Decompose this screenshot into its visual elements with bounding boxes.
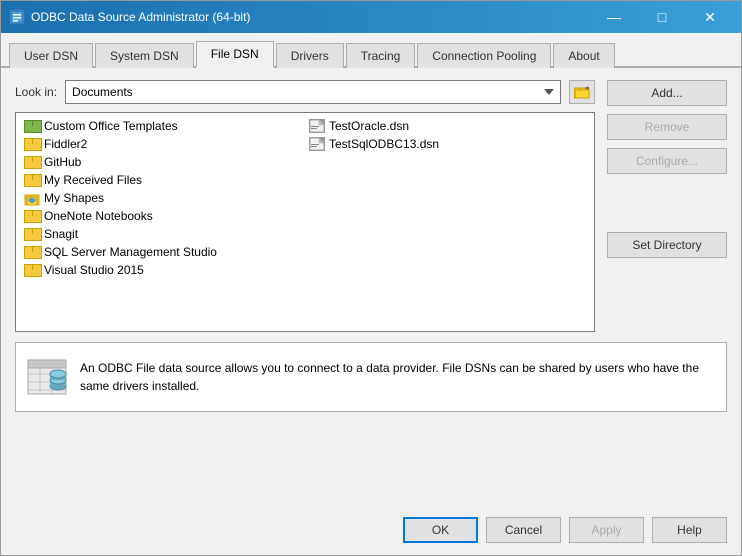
minimize-button[interactable]: — [591,1,637,33]
remove-button[interactable]: Remove [607,114,727,140]
folder-icon [24,120,40,133]
file-panel: Look in: Documents [15,80,595,332]
file-name: Snagit [44,227,78,241]
list-item[interactable]: My Received Files [20,171,305,189]
folder-icon [24,246,40,259]
bottom-buttons-bar: OK Cancel Apply Help [1,509,741,555]
tab-bar: User DSN System DSN File DSN Drivers Tra… [1,33,741,68]
title-controls: — □ ✕ [591,1,733,33]
help-button[interactable]: Help [652,517,727,543]
folder-icon [24,156,40,169]
folder-icon [24,264,40,277]
dsn-icon [309,137,325,151]
look-in-row: Look in: Documents [15,80,595,104]
set-directory-button[interactable]: Set Directory [607,232,727,258]
file-list[interactable]: Custom Office Templates [15,112,595,332]
folder-icon [24,210,40,223]
list-item[interactable]: Snagit [20,225,305,243]
file-name: My Shapes [44,191,104,205]
file-name: GitHub [44,155,81,169]
list-item[interactable]: Custom Office Templates [20,117,305,135]
file-name: Custom Office Templates [44,119,178,133]
top-section: Look in: Documents [15,80,727,332]
tab-user-dsn[interactable]: User DSN [9,43,93,68]
list-item[interactable]: OneNote Notebooks [20,207,305,225]
file-name: My Received Files [44,173,142,187]
info-text: An ODBC File data source allows you to c… [80,359,716,395]
dsn-icon-img [309,137,325,151]
tab-file-dsn[interactable]: File DSN [196,41,274,68]
list-item[interactable]: TestOracle.dsn [305,117,590,135]
tab-tracing[interactable]: Tracing [346,43,416,68]
file-name: Fiddler2 [44,137,87,151]
tab-connection-pooling[interactable]: Connection Pooling [417,43,551,68]
list-item[interactable]: My Shapes [20,189,305,207]
title-bar-left: ODBC Data Source Administrator (64-bit) [9,9,250,25]
list-item[interactable]: Visual Studio 2015 [20,261,305,279]
file-name: TestSqlODBC13.dsn [329,137,439,151]
dsn-icon-img [309,119,325,133]
database-icon [26,356,68,398]
folder-icon [24,228,40,241]
ok-button[interactable]: OK [403,517,478,543]
window-content: User DSN System DSN File DSN Drivers Tra… [1,33,741,555]
tab-system-dsn[interactable]: System DSN [95,43,194,68]
list-item[interactable]: SQL Server Management Studio [20,243,305,261]
apply-button[interactable]: Apply [569,517,644,543]
file-name: TestOracle.dsn [329,119,409,133]
window-icon [9,9,25,25]
main-window: ODBC Data Source Administrator (64-bit) … [0,0,742,556]
title-bar: ODBC Data Source Administrator (64-bit) … [1,1,741,33]
file-name: SQL Server Management Studio [44,245,217,259]
file-name: OneNote Notebooks [44,209,153,223]
close-button[interactable]: ✕ [687,1,733,33]
configure-button[interactable]: Configure... [607,148,727,174]
look-in-combo[interactable]: Documents [65,80,561,104]
browse-folder-button[interactable] [569,80,595,104]
file-name: Visual Studio 2015 [44,263,144,277]
main-content-area: Look in: Documents [1,68,741,509]
dsn-icon [309,119,325,133]
list-item[interactable]: GitHub [20,153,305,171]
list-item[interactable]: TestSqlODBC13.dsn [305,135,590,153]
list-item[interactable]: Fiddler2 [20,135,305,153]
look-in-label: Look in: [15,85,57,99]
folder-icon [24,138,40,151]
add-button[interactable]: Add... [607,80,727,106]
window-title: ODBC Data Source Administrator (64-bit) [31,10,250,24]
info-section: An ODBC File data source allows you to c… [15,342,727,412]
cancel-button[interactable]: Cancel [486,517,561,543]
tab-drivers[interactable]: Drivers [276,43,344,68]
maximize-button[interactable]: □ [639,1,685,33]
side-buttons-panel: Add... Remove Configure... Set Directory [607,80,727,332]
tab-about[interactable]: About [553,43,614,68]
folder-icon [24,174,40,187]
